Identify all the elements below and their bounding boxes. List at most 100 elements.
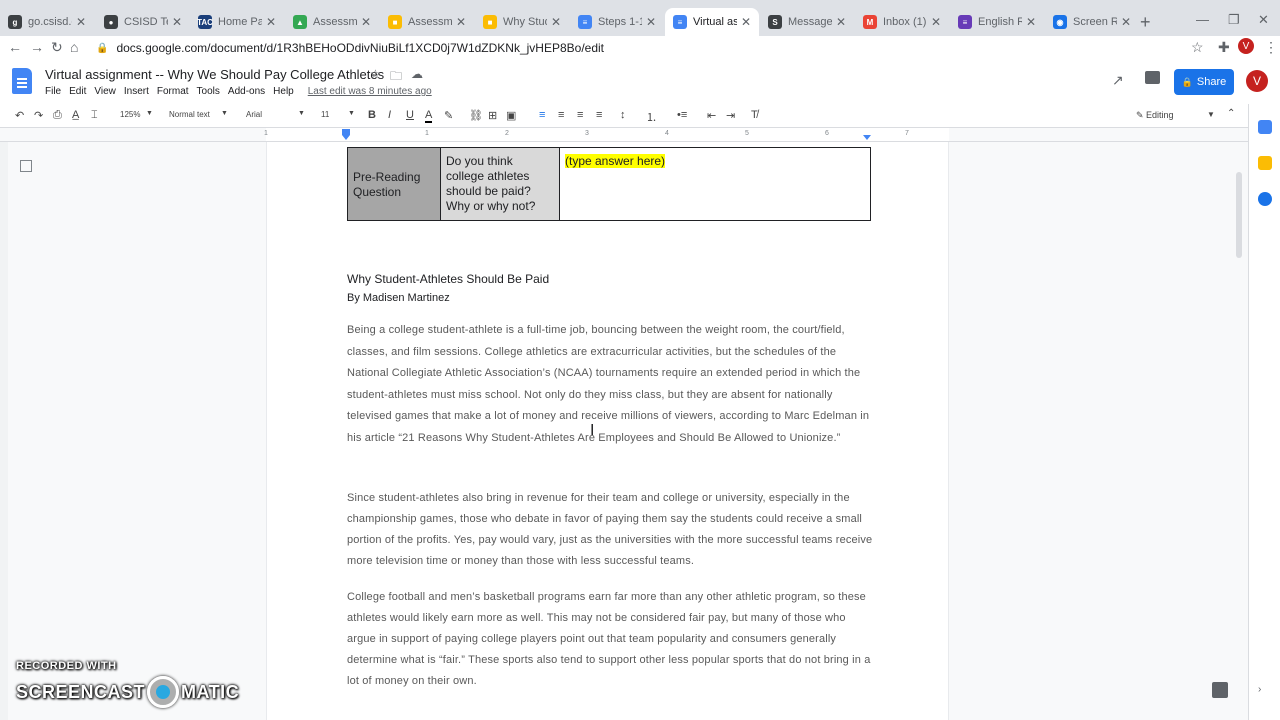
font-size-select[interactable]: 11 ▼: [321, 110, 355, 119]
browser-tab[interactable]: M Inbox (1) - vb ✕: [855, 8, 949, 36]
reload-icon[interactable]: ↻: [51, 39, 63, 56]
redo-icon[interactable]: ↷: [34, 109, 43, 122]
close-tab-icon[interactable]: ✕: [1121, 15, 1131, 29]
menu-format[interactable]: Format: [157, 86, 189, 97]
browser-tab[interactable]: ■ Why Student- ✕: [475, 8, 569, 36]
bulleted-list-icon[interactable]: •≡: [677, 109, 687, 121]
share-button[interactable]: 🔒 Share: [1174, 69, 1234, 95]
highlight-color-icon[interactable]: ✎: [444, 109, 453, 122]
keep-icon[interactable]: [1258, 156, 1272, 170]
align-left-icon[interactable]: ≡: [539, 109, 545, 121]
article-paragraph[interactable]: Being a college student-athlete is a ful…: [347, 320, 877, 450]
style-select[interactable]: Normal text ▼: [169, 110, 228, 119]
close-tab-icon[interactable]: ✕: [836, 15, 846, 29]
browser-tab[interactable]: ≡ English Recor ✕: [950, 8, 1044, 36]
numbered-list-icon[interactable]: ⒈: [646, 109, 657, 125]
zoom-select[interactable]: 125% ▼: [120, 110, 153, 119]
close-tab-icon[interactable]: ✕: [76, 15, 86, 29]
menu-edit[interactable]: Edit: [69, 86, 86, 97]
menu-insert[interactable]: Insert: [124, 86, 149, 97]
close-tab-icon[interactable]: ✕: [741, 15, 751, 29]
italic-icon[interactable]: I: [388, 109, 391, 121]
profile-avatar[interactable]: V: [1238, 38, 1254, 54]
browser-tab[interactable]: ● CSISD Techno ✕: [96, 8, 190, 36]
url-field[interactable]: 🔒 docs.google.com/document/d/1R3hBEHoODd…: [96, 38, 1196, 58]
browser-tab[interactable]: ◉ Screen Recor ✕: [1045, 8, 1139, 36]
article-paragraph[interactable]: College football and men’s basketball pr…: [347, 587, 877, 692]
close-tab-icon[interactable]: ✕: [361, 15, 371, 29]
menu-tools[interactable]: Tools: [197, 86, 220, 97]
right-indent-marker[interactable]: [863, 135, 871, 140]
new-tab-button[interactable]: +: [1140, 12, 1151, 33]
clear-formatting-icon[interactable]: T̸: [751, 109, 758, 121]
forward-arrow-icon[interactable]: →: [30, 39, 44, 55]
tasks-icon[interactable]: [1258, 192, 1272, 206]
close-tab-icon[interactable]: ✕: [646, 15, 656, 29]
home-icon[interactable]: ⌂: [70, 39, 78, 55]
close-window-icon[interactable]: ✕: [1258, 12, 1269, 28]
docs-logo-icon[interactable]: [12, 68, 32, 94]
table-label-cell[interactable]: Pre-Reading Question: [348, 148, 441, 220]
browser-tab[interactable]: ≡ Virtual assign ✕: [665, 8, 759, 36]
minimize-window-icon[interactable]: —: [1196, 12, 1209, 27]
answer-placeholder[interactable]: (type answer here): [565, 154, 666, 168]
browser-menu-icon[interactable]: ⋮: [1264, 39, 1278, 56]
menu-view[interactable]: View: [94, 86, 116, 97]
left-indent-marker[interactable]: [342, 135, 350, 140]
close-tab-icon[interactable]: ✕: [551, 15, 561, 29]
calendar-icon[interactable]: [1258, 120, 1272, 134]
align-justify-icon[interactable]: ≡: [596, 109, 602, 121]
undo-icon[interactable]: ↶: [15, 109, 24, 122]
browser-tab[interactable]: ≡ Steps 1-11 Re ✕: [570, 8, 664, 36]
underline-icon[interactable]: U: [406, 109, 414, 121]
bold-icon[interactable]: B: [368, 109, 376, 121]
article-byline[interactable]: By Madisen Martinez: [347, 292, 450, 304]
star-icon[interactable]: ☆: [1191, 39, 1204, 56]
align-right-icon[interactable]: ≡: [577, 109, 583, 121]
document-outline-icon[interactable]: [20, 160, 32, 172]
close-tab-icon[interactable]: ✕: [931, 15, 941, 29]
font-select[interactable]: Arial ▼: [246, 110, 305, 119]
menu-help[interactable]: Help: [273, 86, 294, 97]
line-spacing-icon[interactable]: ↕: [620, 109, 626, 121]
activity-trend-icon[interactable]: ↗: [1112, 72, 1124, 89]
document-title[interactable]: Virtual assignment -- Why We Should Pay …: [45, 67, 384, 82]
comment-icon[interactable]: [1145, 71, 1160, 84]
close-tab-icon[interactable]: ✕: [266, 15, 276, 29]
add-comment-icon[interactable]: ⊞: [488, 109, 497, 122]
chevron-right-icon[interactable]: ›: [1258, 684, 1261, 695]
table-question-cell[interactable]: Do you think college athletes should be …: [441, 148, 560, 220]
vertical-ruler[interactable]: [0, 142, 8, 720]
last-edit-link[interactable]: Last edit was 8 minutes ago: [308, 86, 432, 97]
close-tab-icon[interactable]: ✕: [456, 15, 466, 29]
close-tab-icon[interactable]: ✕: [172, 15, 182, 29]
table-answer-cell[interactable]: (type answer here): [560, 148, 870, 220]
close-tab-icon[interactable]: ✕: [1026, 15, 1036, 29]
restore-window-icon[interactable]: ❐: [1228, 12, 1240, 28]
browser-tab[interactable]: ▲ Assessment - ✕: [285, 8, 379, 36]
insert-image-icon[interactable]: ▣: [506, 109, 516, 122]
menu-add-ons[interactable]: Add-ons: [228, 86, 265, 97]
text-color-icon[interactable]: A: [425, 109, 433, 123]
user-avatar[interactable]: V: [1246, 70, 1268, 92]
article-paragraph[interactable]: Since student-athletes also bring in rev…: [347, 488, 877, 572]
editing-mode-select[interactable]: ✎ Editing: [1136, 110, 1174, 121]
puzzle-extension-icon[interactable]: ✚: [1218, 39, 1230, 56]
spellcheck-icon[interactable]: A̲: [72, 109, 79, 121]
browser-tab[interactable]: S Messages | Sc ✕: [760, 8, 854, 36]
vertical-scrollbar[interactable]: [1236, 172, 1242, 258]
horizontal-ruler[interactable]: 1 1 2 3 4 5 6 7: [0, 128, 1280, 142]
explore-icon[interactable]: [1212, 682, 1228, 698]
star-icon[interactable]: ☆: [370, 67, 381, 81]
browser-tab[interactable]: ■ Assessment G ✕: [380, 8, 474, 36]
article-title[interactable]: Why Student-Athletes Should Be Paid: [347, 272, 549, 286]
increase-indent-icon[interactable]: ⇥: [726, 109, 735, 122]
browser-tab[interactable]: g go.csisd.org ✕: [0, 8, 94, 36]
paint-format-icon[interactable]: ⌶: [91, 109, 98, 122]
decrease-indent-icon[interactable]: ⇤: [707, 109, 716, 122]
browser-tab[interactable]: TAC Home Page ✕: [190, 8, 284, 36]
back-arrow-icon[interactable]: ←: [8, 39, 22, 55]
chevron-up-icon[interactable]: ⌃: [1227, 108, 1235, 119]
print-icon[interactable]: ⎙: [53, 109, 62, 122]
move-folder-icon[interactable]: 🗀: [390, 67, 402, 88]
